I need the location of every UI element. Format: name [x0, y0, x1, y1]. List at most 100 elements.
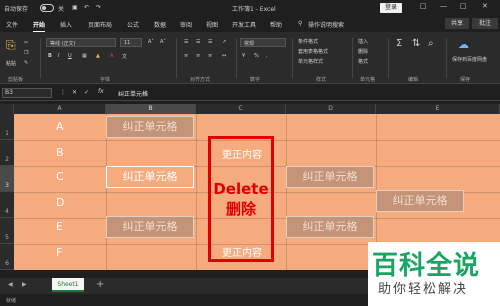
- tab-data[interactable]: 数据: [154, 20, 166, 29]
- minimize-icon[interactable]: —: [440, 2, 447, 10]
- percent-icon[interactable]: %: [254, 53, 259, 59]
- save-to-cloud-button[interactable]: 保存到百度网盘: [452, 56, 487, 63]
- orientation-icon[interactable]: ↗: [222, 39, 226, 45]
- ribbon: ⎘ 粘贴 ✂ ❐ ✎ 剪贴板 等线 (正文) 11 A˄ A˅ B I U ▦ …: [0, 32, 500, 84]
- decrease-font-icon[interactable]: A˅: [160, 39, 166, 45]
- borders-icon[interactable]: ▦: [82, 53, 87, 59]
- delete-cells-button[interactable]: 删除: [358, 48, 368, 55]
- cell-text: E: [56, 220, 63, 233]
- align-center-icon[interactable]: ≡: [196, 53, 200, 59]
- row-header-2[interactable]: 2: [0, 140, 14, 166]
- row-header-4[interactable]: 4: [0, 192, 14, 218]
- font-size-select[interactable]: 11: [120, 38, 142, 47]
- undo-icon[interactable]: ↶: [84, 4, 89, 11]
- align-right-icon[interactable]: ≡: [208, 53, 212, 59]
- paste-label[interactable]: 粘贴: [6, 60, 16, 67]
- row-header-6[interactable]: 6: [0, 244, 14, 270]
- column-header-e[interactable]: E: [376, 104, 500, 114]
- divider: [446, 38, 447, 78]
- row-header-5[interactable]: 5: [0, 218, 14, 244]
- maximize-icon[interactable]: □: [460, 2, 467, 10]
- share-button[interactable]: 共享: [445, 18, 469, 29]
- tab-formulas[interactable]: 公式: [127, 20, 139, 29]
- column-header-a[interactable]: A: [14, 104, 106, 114]
- comments-button[interactable]: 批注: [472, 18, 498, 29]
- group-editing: 编辑: [408, 77, 419, 83]
- align-bottom-icon[interactable]: ☰: [208, 39, 212, 45]
- close-icon[interactable]: ✕: [482, 2, 488, 10]
- save-icon[interactable]: ▣: [72, 4, 78, 11]
- increase-font-icon[interactable]: A˄: [148, 39, 154, 45]
- cut-icon[interactable]: ✂: [24, 40, 28, 46]
- autosave-state: 关: [58, 6, 65, 13]
- add-sheet-button[interactable]: +: [96, 279, 104, 290]
- correction-cell[interactable]: 纠正单元格: [286, 216, 374, 238]
- column-header-c[interactable]: C: [196, 104, 286, 114]
- align-middle-icon[interactable]: ☰: [196, 39, 200, 45]
- format-cells-button[interactable]: 格式: [358, 58, 368, 65]
- formula-input[interactable]: 纠正单元格: [118, 89, 148, 98]
- italic-button[interactable]: I: [58, 53, 59, 59]
- copy-icon[interactable]: ❐: [24, 50, 28, 56]
- next-sheet-icon[interactable]: ▶: [22, 281, 27, 288]
- sort-filter-icon[interactable]: ⇅: [412, 38, 420, 49]
- align-left-icon[interactable]: ≡: [184, 53, 188, 59]
- delete-chinese-label: 删除: [225, 200, 256, 218]
- bold-button[interactable]: B: [48, 53, 52, 59]
- cloud-save-icon[interactable]: ☁: [458, 38, 469, 51]
- column-header-d[interactable]: D: [286, 104, 376, 114]
- insert-function-icon[interactable]: fx: [98, 88, 104, 95]
- login-button[interactable]: 登录: [380, 3, 402, 13]
- tab-home[interactable]: 开始: [33, 20, 46, 33]
- tab-help[interactable]: 帮助: [270, 20, 282, 29]
- currency-icon[interactable]: ¥: [242, 53, 245, 59]
- conditional-format-button[interactable]: 条件格式: [298, 38, 318, 45]
- tab-page-layout[interactable]: 页面布局: [88, 20, 112, 29]
- cell-styles-button[interactable]: 单元格样式: [298, 58, 323, 65]
- watermark-title: 百科全说: [372, 251, 481, 281]
- format-painter-icon[interactable]: ✎: [24, 60, 28, 66]
- correction-cell[interactable]: 纠正单元格: [106, 116, 194, 138]
- find-select-icon[interactable]: ⌕: [428, 38, 434, 49]
- fix-content-bottom: 更正内容: [222, 248, 262, 259]
- tab-insert[interactable]: 插入: [60, 20, 72, 29]
- name-box[interactable]: B3: [2, 88, 52, 98]
- row-header-3[interactable]: 3: [0, 166, 14, 192]
- underline-button[interactable]: U: [68, 53, 72, 59]
- align-top-icon[interactable]: ☰: [184, 39, 188, 45]
- autosave-toggle[interactable]: [40, 4, 54, 12]
- font-name-select[interactable]: 等线 (正文): [46, 38, 116, 47]
- correction-cell[interactable]: 纠正单元格: [106, 216, 194, 238]
- select-all-corner[interactable]: [0, 104, 14, 114]
- group-cells: 单元格: [360, 77, 376, 83]
- row-header-1[interactable]: 1: [0, 114, 14, 140]
- tab-developer[interactable]: 开发工具: [232, 20, 256, 29]
- tab-review[interactable]: 审阅: [180, 20, 192, 29]
- merge-center-icon[interactable]: ↔: [222, 53, 226, 59]
- autosum-icon[interactable]: Σ: [396, 38, 402, 49]
- prev-sheet-icon[interactable]: ◀: [8, 281, 13, 288]
- lightbulb-icon: ⚲: [298, 20, 303, 27]
- tab-view[interactable]: 视图: [206, 20, 218, 29]
- correction-cell[interactable]: 纠正单元格: [286, 166, 374, 188]
- cancel-icon[interactable]: ✕: [72, 89, 77, 96]
- tab-file[interactable]: 文件: [6, 20, 18, 29]
- tell-me-search[interactable]: 操作说明搜索: [308, 20, 344, 29]
- insert-cells-button[interactable]: 插入: [358, 38, 368, 45]
- paste-icon[interactable]: ⎘: [6, 38, 16, 53]
- fill-color-icon[interactable]: ▲: [96, 53, 100, 59]
- font-color-icon[interactable]: A: [110, 53, 113, 59]
- enter-icon[interactable]: ✓: [84, 89, 89, 96]
- format-as-table-button[interactable]: 套用表格格式: [298, 48, 328, 55]
- comma-icon[interactable]: ,: [266, 53, 268, 59]
- group-alignment: 对齐方式: [190, 77, 211, 83]
- sheet-tab-sheet1[interactable]: Sheet1: [52, 278, 84, 292]
- correction-cell[interactable]: 纠正单元格: [376, 190, 464, 212]
- phonetic-icon[interactable]: 文: [122, 53, 127, 60]
- watermark-slogan: 助你轻松解决: [378, 282, 469, 297]
- ribbon-display-icon[interactable]: □: [420, 2, 427, 10]
- redo-icon[interactable]: ↷: [96, 4, 101, 11]
- correction-cell-selected[interactable]: 纠正单元格: [106, 166, 194, 188]
- column-header-b[interactable]: B: [106, 104, 196, 114]
- number-format-select[interactable]: 常规: [240, 38, 286, 47]
